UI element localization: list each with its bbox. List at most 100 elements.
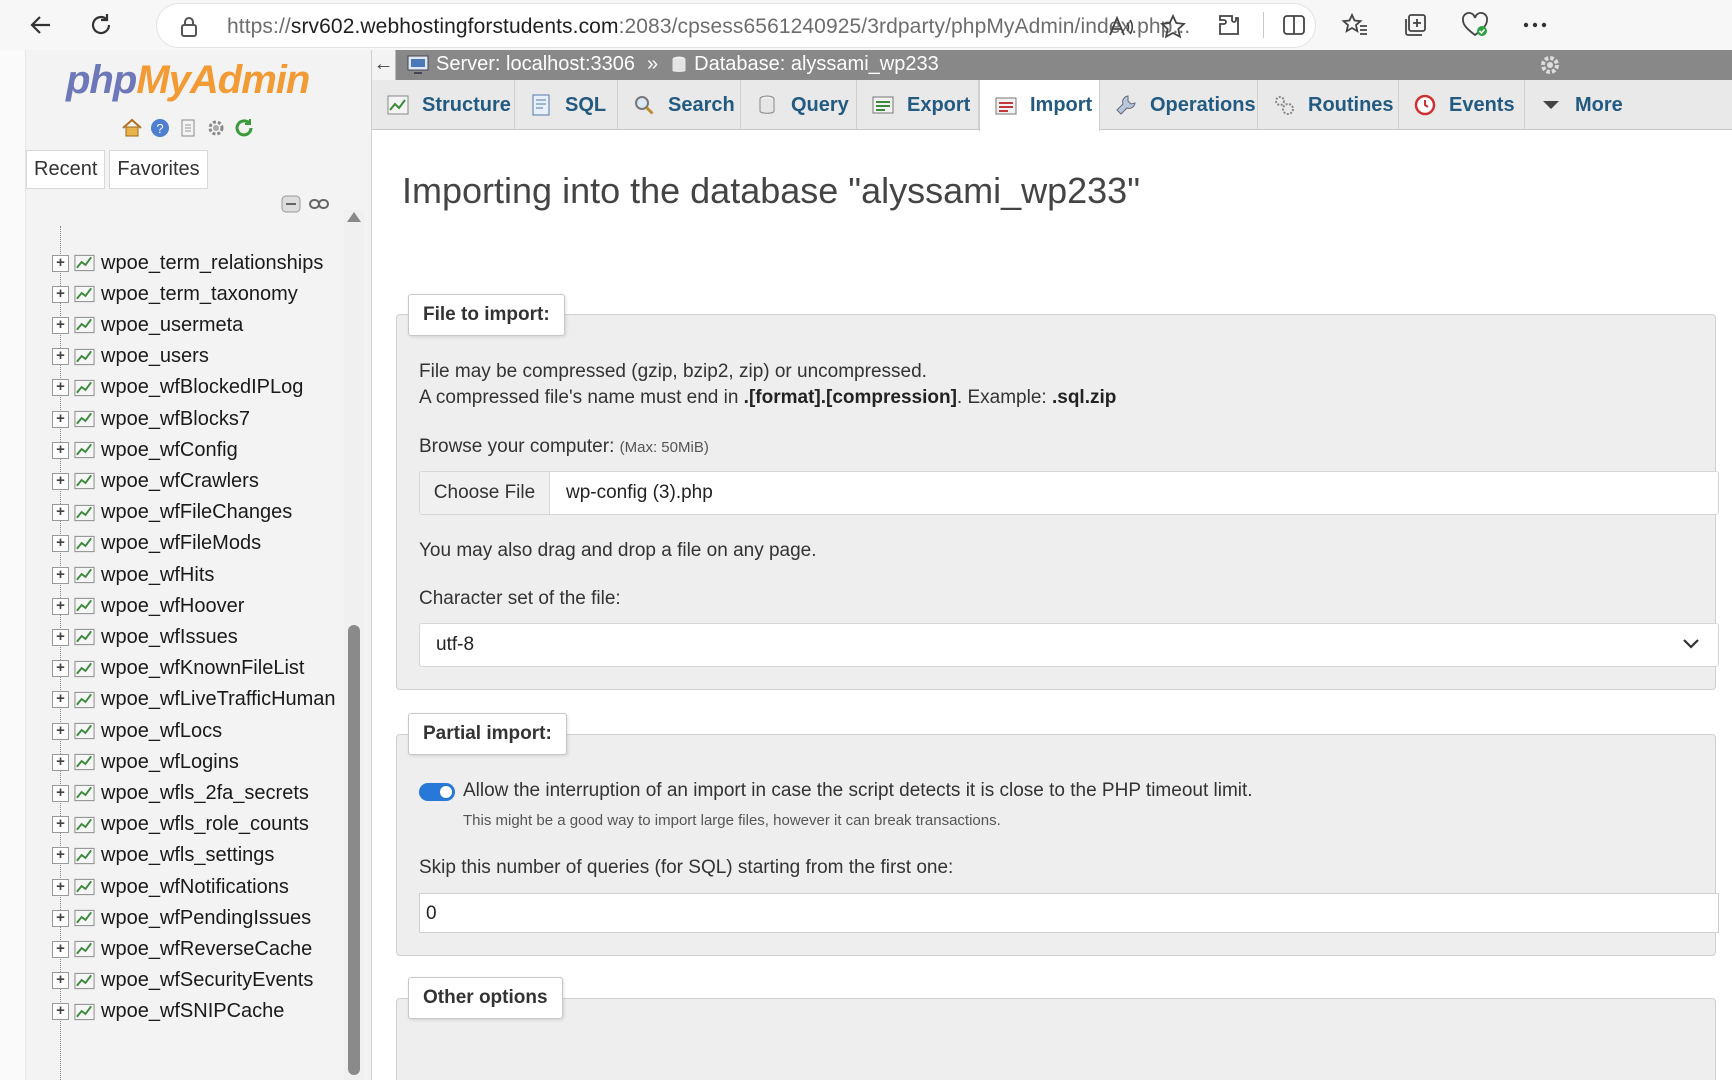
sidebar-table-item[interactable]: + wpoe_wfFileChanges [52, 498, 292, 528]
file-input[interactable]: Choose File wp-config (3).php [419, 471, 1719, 515]
expand-icon[interactable]: + [52, 784, 69, 802]
sidebar-table-name[interactable]: wpoe_wfCrawlers [101, 470, 259, 493]
sidebar-table-item[interactable]: + wpoe_usermeta [52, 310, 243, 340]
sidebar-table-item[interactable]: + wpoe_wfPendingIssues [52, 903, 311, 933]
more-menu-icon[interactable] [1518, 8, 1552, 42]
expand-icon[interactable]: + [52, 909, 69, 927]
tab-structure[interactable]: Structure [372, 80, 515, 130]
sidebar-table-name[interactable]: wpoe_wfHoover [101, 595, 244, 618]
tab-operations[interactable]: Operations [1100, 80, 1258, 130]
favorites-tab[interactable]: Favorites [109, 150, 208, 189]
expand-icon[interactable]: + [52, 940, 69, 958]
read-aloud-icon[interactable] [1107, 13, 1135, 41]
expand-icon[interactable]: + [52, 597, 69, 615]
sidebar-table-item[interactable]: + wpoe_wfBlocks7 [52, 404, 250, 434]
sidebar-table-item[interactable]: + wpoe_wfIssues [52, 622, 238, 652]
sidebar-table-item[interactable]: + wpoe_wfls_role_counts [52, 810, 309, 840]
expand-icon[interactable]: + [52, 1003, 69, 1021]
tab-more[interactable]: More [1525, 80, 1732, 130]
sidebar-table-name[interactable]: wpoe_wfIssues [101, 626, 238, 649]
sidebar-table-name[interactable]: wpoe_wfBlocks7 [101, 408, 250, 431]
sidebar-table-item[interactable]: + wpoe_wfConfig [52, 435, 238, 465]
skip-queries-input[interactable]: 0 [419, 893, 1719, 933]
expand-icon[interactable]: + [52, 972, 69, 990]
refresh-button[interactable] [82, 6, 120, 44]
expand-icon[interactable]: + [52, 691, 69, 709]
sidebar-table-item[interactable]: + wpoe_wfLocs [52, 716, 222, 746]
sidebar-table-name[interactable]: wpoe_wfSNIPCache [101, 1000, 284, 1023]
favorites-icon[interactable] [1338, 8, 1372, 42]
sidebar-table-name[interactable]: wpoe_wfFileMods [101, 532, 261, 555]
collections-icon[interactable] [1398, 8, 1432, 42]
sidebar-table-item[interactable]: + wpoe_wfBlockedIPLog [52, 373, 303, 403]
sidebar-table-item[interactable]: + wpoe_wfKnownFileList [52, 654, 304, 684]
sidebar-table-item[interactable]: + wpoe_wfLogins [52, 747, 239, 777]
sidebar-table-item[interactable]: + wpoe_wfSNIPCache [52, 997, 284, 1027]
charset-select[interactable]: utf-8 [419, 623, 1719, 667]
tab-routines[interactable]: Routines [1258, 80, 1399, 130]
breadcrumb-server[interactable]: Server: localhost:3306 [436, 53, 635, 76]
sidebar-table-item[interactable]: + wpoe_wfFileMods [52, 529, 261, 559]
sidebar-table-name[interactable]: wpoe_wfFileChanges [101, 501, 292, 524]
help-icon[interactable]: ? [148, 116, 172, 140]
expand-icon[interactable]: + [52, 628, 69, 646]
address-bar[interactable]: https://srv602.webhostingforstudents.com… [156, 3, 1316, 48]
breadcrumb-database[interactable]: Database: alyssami_wp233 [694, 53, 939, 76]
sidebar-table-name[interactable]: wpoe_wfKnownFileList [101, 657, 304, 680]
sidebar-table-name[interactable]: wpoe_wfBlockedIPLog [101, 376, 303, 399]
sidebar-table-name[interactable]: wpoe_wfls_2fa_secrets [101, 782, 309, 805]
sidebar-table-item[interactable]: + wpoe_wfNotifications [52, 872, 289, 902]
sidebar-table-name[interactable]: wpoe_wfReverseCache [101, 938, 312, 961]
favorite-star-icon[interactable] [1159, 13, 1187, 41]
expand-icon[interactable]: + [52, 566, 69, 584]
expand-icon[interactable]: + [52, 410, 69, 428]
back-button[interactable] [22, 6, 60, 44]
sidebar-table-name[interactable]: wpoe_wfLiveTrafficHuman [101, 688, 336, 711]
expand-icon[interactable]: + [52, 660, 69, 678]
expand-icon[interactable]: + [52, 472, 69, 490]
tab-query[interactable]: Query [741, 80, 857, 130]
sidebar-table-item[interactable]: + wpoe_users [52, 342, 209, 372]
expand-icon[interactable]: + [52, 753, 69, 771]
browser-essentials-icon[interactable] [1458, 8, 1492, 42]
sidebar-table-name[interactable]: wpoe_wfNotifications [101, 876, 289, 899]
sidebar-table-item[interactable]: + wpoe_wfLiveTrafficHuman [52, 685, 336, 715]
recent-tab[interactable]: Recent [26, 150, 106, 189]
sidebar-table-item[interactable]: + wpoe_wfCrawlers [52, 466, 259, 496]
collapse-all-icon[interactable] [280, 194, 302, 219]
expand-icon[interactable]: + [52, 285, 69, 303]
home-icon[interactable] [120, 116, 144, 140]
sidebar-table-name[interactable]: wpoe_wfls_settings [101, 844, 274, 867]
tab-export[interactable]: Export [857, 80, 979, 130]
scroll-up-icon[interactable] [347, 212, 361, 222]
page-settings-icon[interactable] [1538, 53, 1562, 83]
sidebar-table-item[interactable]: + wpoe_wfls_settings [52, 841, 274, 871]
sidebar-scrollbar[interactable] [344, 210, 364, 1080]
sidebar-table-item[interactable]: + wpoe_term_taxonomy [52, 279, 298, 309]
sidebar-table-name[interactable]: wpoe_wfls_role_counts [101, 813, 309, 836]
sidebar-table-item[interactable]: + wpoe_wfls_2fa_secrets [52, 778, 309, 808]
sidebar-table-name[interactable]: wpoe_wfLocs [101, 720, 222, 743]
link-with-main-icon[interactable] [308, 194, 330, 219]
sidebar-table-name[interactable]: wpoe_wfConfig [101, 439, 238, 462]
tab-import[interactable]: Import [979, 80, 1100, 131]
sidebar-table-name[interactable]: wpoe_term_relationships [101, 252, 323, 275]
expand-icon[interactable]: + [52, 722, 69, 740]
split-screen-icon[interactable] [1277, 8, 1311, 42]
extensions-icon[interactable] [1212, 8, 1246, 42]
expand-icon[interactable]: + [52, 348, 69, 366]
expand-icon[interactable]: + [52, 316, 69, 334]
sidebar-table-item[interactable]: + wpoe_term_relationships [52, 248, 323, 278]
phpmyadmin-logo[interactable]: phpMyAdmin [66, 58, 310, 103]
sidebar-table-name[interactable]: wpoe_wfHits [101, 564, 214, 587]
choose-file-button[interactable]: Choose File [420, 472, 550, 514]
settings-icon[interactable] [204, 116, 228, 140]
expand-icon[interactable]: + [52, 441, 69, 459]
expand-icon[interactable]: + [52, 535, 69, 553]
sidebar-table-name[interactable]: wpoe_usermeta [101, 314, 243, 337]
reload-navigation-icon[interactable] [232, 116, 256, 140]
scrollbar-thumb[interactable] [348, 625, 360, 1075]
docs-icon[interactable] [176, 116, 200, 140]
expand-icon[interactable]: + [52, 878, 69, 896]
tab-sql[interactable]: SQL [515, 80, 618, 130]
